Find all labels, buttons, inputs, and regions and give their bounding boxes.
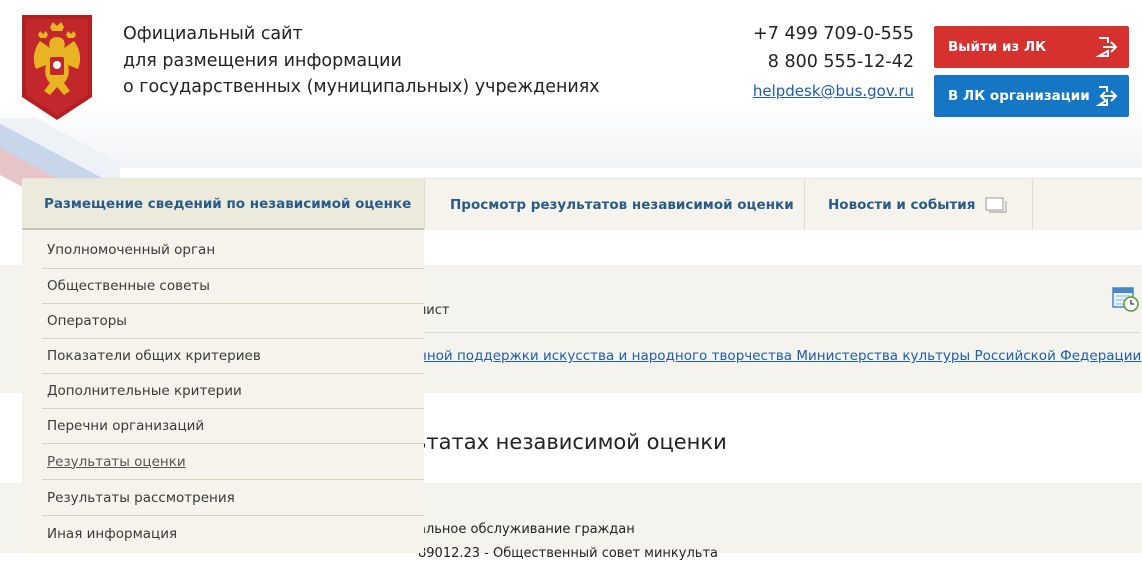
title-line: о государственных (муниципальных) учрежд… — [123, 77, 600, 97]
org-account-label: В ЛК организации — [948, 88, 1090, 104]
menu-item-other-info[interactable]: Иная информация — [22, 516, 424, 551]
chat-icon — [985, 196, 1008, 213]
nav-assessment-results[interactable]: Просмотр результатов независимой оценки — [450, 179, 794, 230]
menu-item-label: Уполномоченный орган — [47, 241, 216, 258]
nav-label: Размещение сведений по независимой оценк… — [44, 195, 412, 212]
nav-label: Просмотр результатов независимой оценки — [450, 196, 794, 213]
site-title: Официальный сайт для размещения информац… — [123, 21, 600, 101]
menu-item-assessment-results[interactable]: Результаты оценки — [22, 444, 424, 479]
menu-item-label: Общественные советы — [47, 277, 210, 294]
title-line: Официальный сайт — [123, 24, 303, 44]
menu-item-operators[interactable]: Операторы — [22, 303, 424, 338]
menu-item-label: Результаты оценки — [47, 453, 186, 470]
section-heading: ьтатах независимой оценки — [414, 430, 727, 454]
switch-account-icon — [1095, 86, 1118, 106]
menu-item-label: Операторы — [47, 312, 127, 329]
coat-of-arms-icon[interactable] — [20, 15, 94, 120]
nav-divider — [1032, 179, 1033, 230]
menu-item-label: Иная информация — [47, 525, 178, 542]
nav-news[interactable]: Новости и события — [828, 179, 1008, 230]
site-header: Официальный сайт для размещения информац… — [0, 0, 1142, 208]
logout-label: Выйти из ЛК — [948, 39, 1047, 55]
organization-link[interactable]: нной поддержки искусства и народного тво… — [418, 348, 1141, 364]
menu-item-label: Дополнительные критерии — [47, 382, 242, 399]
nav-divider — [804, 179, 805, 230]
menu-item-label: Перечни организаций — [47, 417, 205, 434]
nav-label: Новости и события — [828, 196, 976, 213]
menu-item-general-criteria[interactable]: Показатели общих критериев — [22, 338, 424, 373]
menu-item-organization-lists[interactable]: Перечни организаций — [22, 408, 424, 443]
contacts: +7 499 709-0-555 8 800 555-12-42 helpdes… — [700, 20, 914, 100]
content-text: 89012.23 - Общественный совет минкульта — [418, 546, 718, 561]
org-account-button[interactable]: В ЛК организации — [934, 75, 1129, 117]
nav-dropdown-menu: Уполномоченный орган Общественные советы… — [22, 230, 424, 553]
nav-divider — [424, 179, 425, 230]
logout-icon — [1095, 37, 1118, 57]
phone-number: +7 499 709-0-555 — [753, 24, 914, 44]
menu-item-authorized-body[interactable]: Уполномоченный орган — [22, 232, 424, 267]
menu-item-public-councils[interactable]: Общественные советы — [22, 268, 424, 303]
main-nav: Размещение сведений по независимой оценк… — [22, 178, 1142, 230]
phone-number: 8 800 555-12-42 — [767, 52, 914, 72]
divider — [300, 332, 1140, 333]
nav-independent-assessment-placement[interactable]: Размещение сведений по независимой оценк… — [22, 179, 424, 230]
calendar-clock-icon[interactable] — [1112, 284, 1139, 313]
title-line: для размещения информации — [123, 50, 402, 71]
menu-item-review-results[interactable]: Результаты рассмотрения — [22, 480, 424, 515]
menu-item-additional-criteria[interactable]: Дополнительные критерии — [22, 373, 424, 408]
helpdesk-email-link[interactable]: helpdesk@bus.gov.ru — [753, 82, 914, 100]
logout-button[interactable]: Выйти из ЛК — [934, 26, 1129, 68]
menu-item-label: Показатели общих критериев — [47, 347, 261, 364]
menu-item-label: Результаты рассмотрения — [47, 489, 235, 506]
content-text: альное обслуживание граждан — [418, 522, 635, 537]
